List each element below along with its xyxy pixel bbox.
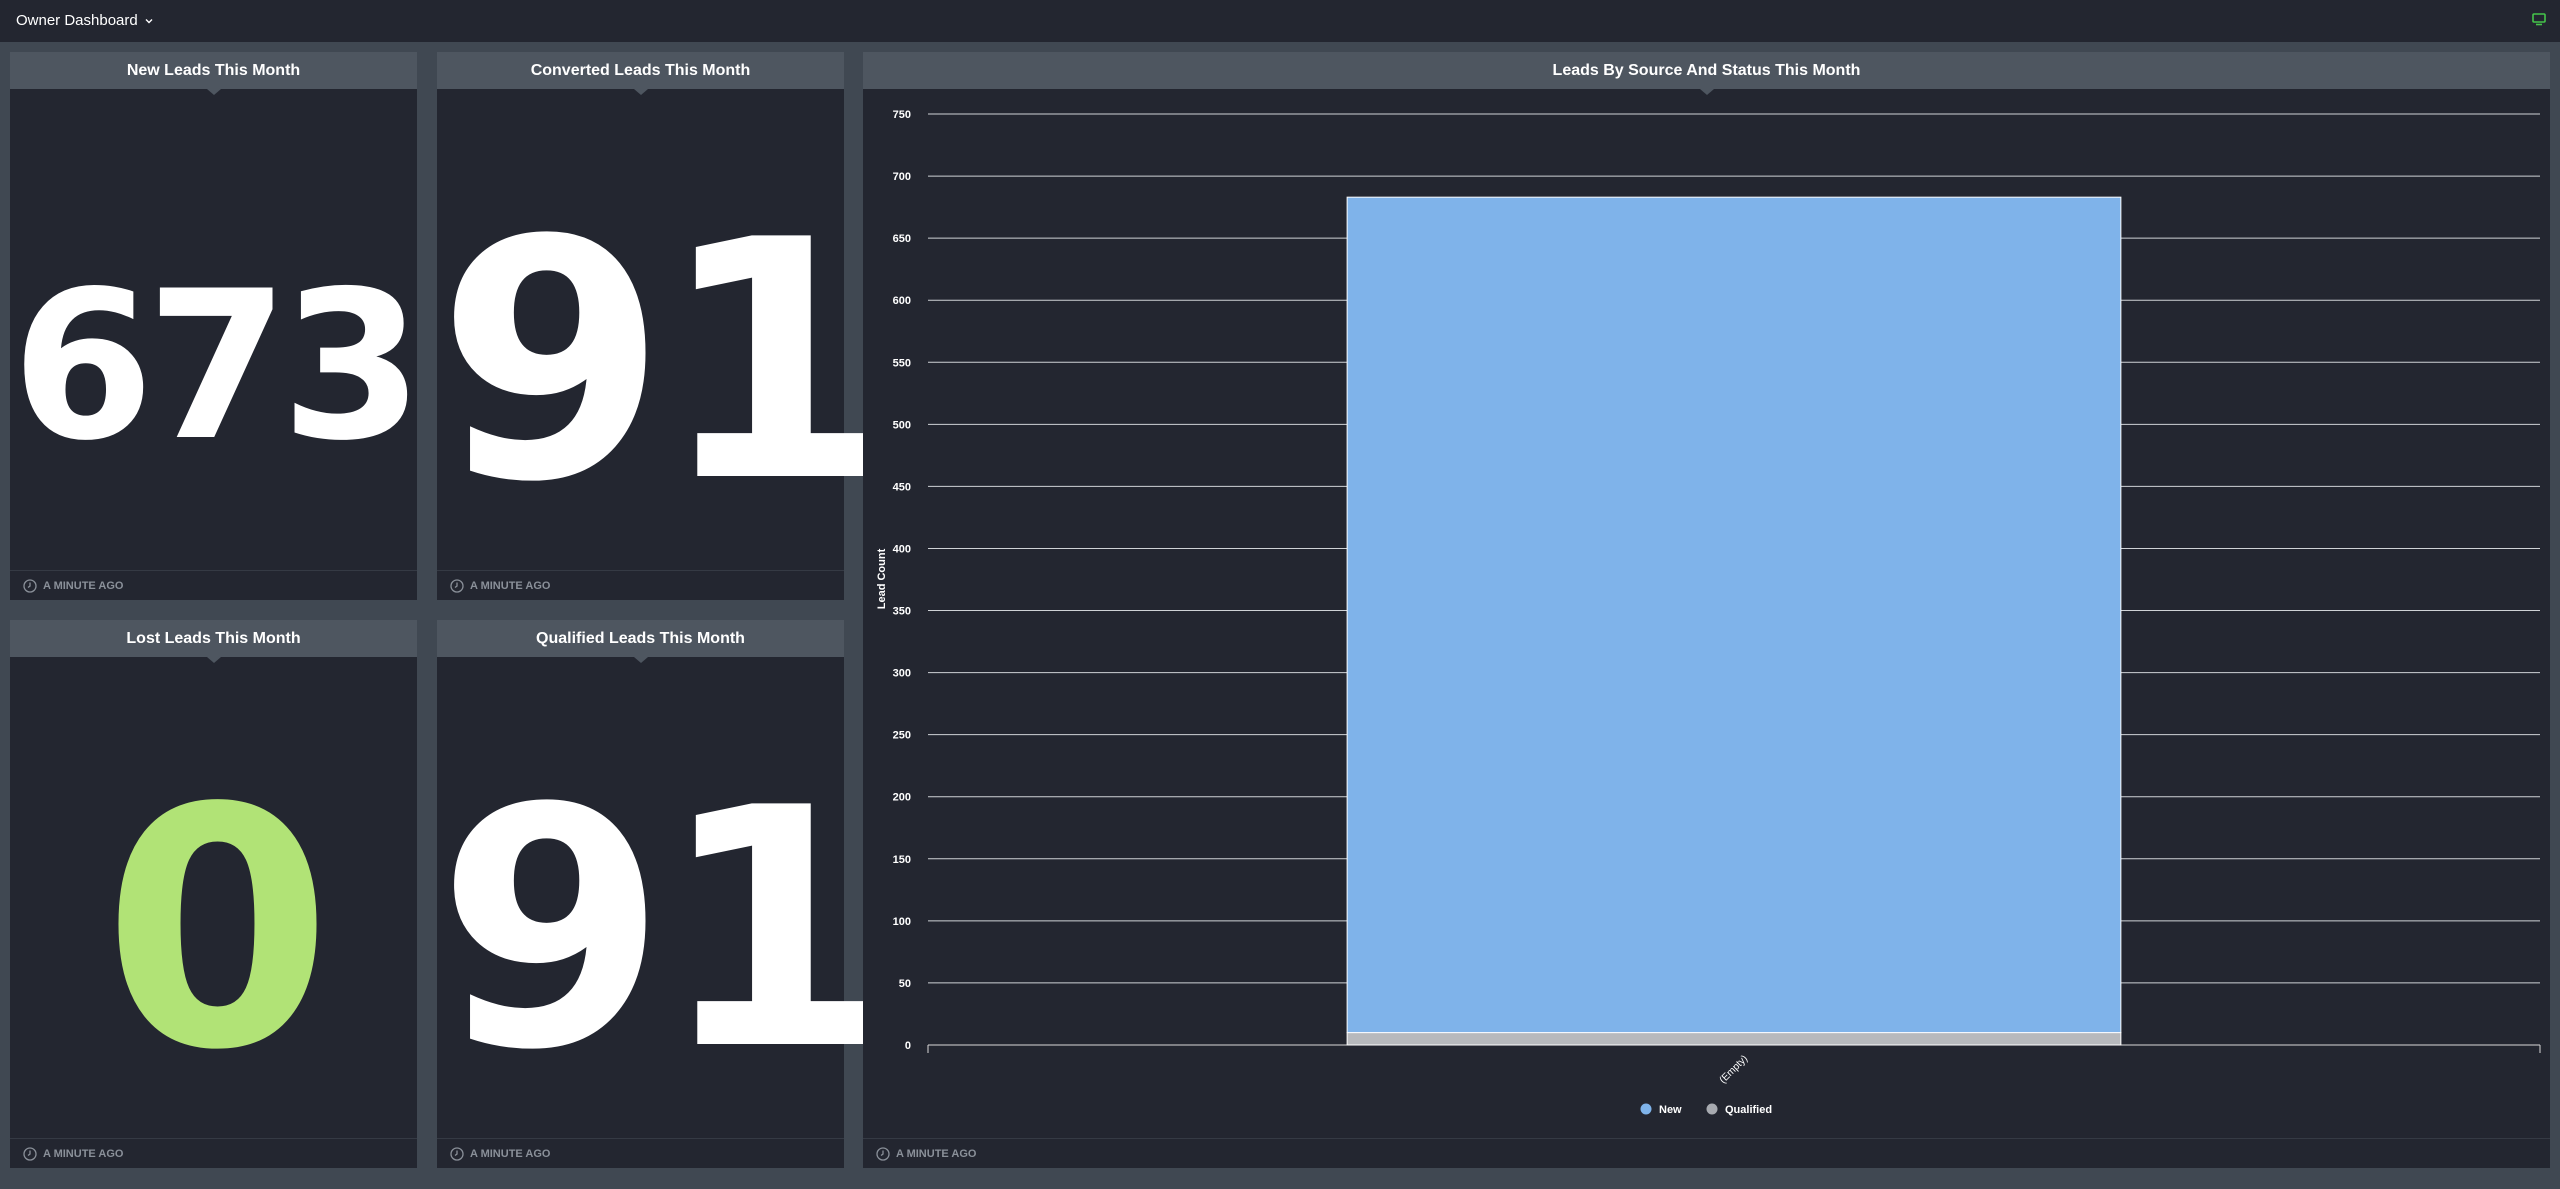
clock-icon [450, 578, 464, 593]
y-tick-label: 550 [893, 357, 911, 369]
x-tick-label: (Empty) [1718, 1053, 1751, 1086]
card-footer: A MINUTE AGO [437, 570, 844, 600]
card-footer: A MINUTE AGO [10, 1138, 417, 1168]
y-tick-label: 350 [893, 606, 911, 618]
y-axis-label: Lead Count [876, 548, 888, 609]
updated-time: A MINUTE AGO [896, 1147, 977, 1160]
legend-label-new: New [1659, 1104, 1682, 1116]
card-footer: A MINUTE AGO [863, 1138, 2550, 1168]
y-tick-label: 450 [893, 481, 911, 493]
dashboard-selector[interactable]: Owner Dashboard [16, 12, 154, 29]
clock-icon [450, 1146, 464, 1161]
metric-card-qualified-leads: Qualified Leads This Month 91 A MINUTE A… [437, 620, 888, 1168]
dashboard-title: Owner Dashboard [16, 12, 138, 29]
y-tick-label: 0 [905, 1040, 911, 1052]
card-title: Qualified Leads This Month [437, 620, 844, 663]
y-tick-label: 300 [893, 668, 911, 680]
card-title: Converted Leads This Month [437, 52, 844, 95]
metric-value: 0 [102, 738, 333, 1122]
bar-new [1346, 196, 2122, 1034]
y-tick-label: 600 [893, 295, 911, 307]
metric-value: 91 [437, 170, 888, 554]
chart-card-leads-by-source: Leads By Source And Status This Month 05… [863, 52, 2550, 1168]
legend-marker-qualified [1706, 1103, 1718, 1115]
updated-time: A MINUTE AGO [470, 1147, 551, 1160]
y-tick-label: 700 [893, 171, 911, 183]
updated-time: A MINUTE AGO [43, 579, 124, 592]
card-title: Lost Leads This Month [10, 620, 417, 663]
y-tick-label: 100 [893, 916, 911, 928]
y-tick-label: 400 [893, 543, 911, 555]
clock-icon [876, 1146, 890, 1161]
bar-qualified [1346, 1032, 2122, 1046]
metric-card-converted-leads: Converted Leads This Month 91 A MINUTE A… [437, 52, 888, 600]
y-tick-label: 750 [893, 109, 911, 121]
y-tick-label: 50 [899, 978, 911, 990]
y-tick-label: 650 [893, 233, 911, 245]
metric-value: 673 [11, 248, 424, 486]
y-tick-label: 200 [893, 792, 911, 804]
metric-card-lost-leads: Lost Leads This Month 0 A MINUTE AGO [10, 620, 417, 1168]
metric-card-new-leads: New Leads This Month 673 A MINUTE AGO [10, 52, 424, 600]
y-tick-label: 150 [893, 854, 911, 866]
clock-icon [23, 578, 37, 593]
monitor-icon[interactable] [2532, 12, 2546, 26]
chevron-down-icon [145, 18, 153, 23]
card-footer: A MINUTE AGO [437, 1138, 844, 1168]
y-tick-label: 500 [893, 419, 911, 431]
clock-icon [23, 1146, 37, 1161]
metric-value: 91 [437, 738, 888, 1122]
legend-label-qualified: Qualified [1725, 1104, 1772, 1116]
legend-marker-new [1640, 1103, 1652, 1115]
y-tick-label: 250 [893, 730, 911, 742]
updated-time: A MINUTE AGO [43, 1147, 124, 1160]
card-footer: A MINUTE AGO [10, 570, 417, 600]
updated-time: A MINUTE AGO [470, 579, 551, 592]
leads-bar-chart: 0 50 100 150 200 250 300 350 400 450 500 550 600 650 7… [876, 109, 2541, 1116]
card-title: New Leads This Month [10, 52, 417, 95]
top-bar: Owner Dashboard [0, 0, 2560, 42]
